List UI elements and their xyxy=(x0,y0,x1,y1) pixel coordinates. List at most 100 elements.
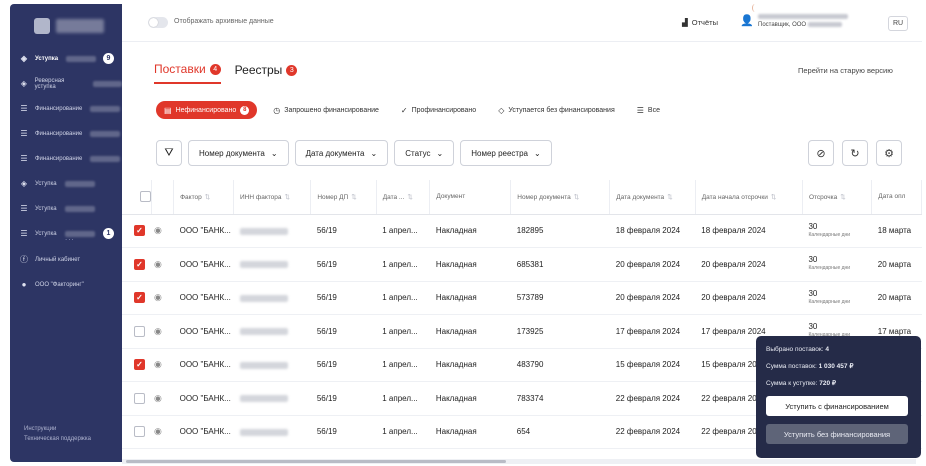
column-header-inn[interactable]: ИНН фактора ⇅ xyxy=(233,180,312,215)
sort-icon[interactable]: ⇅ xyxy=(351,194,356,201)
hide-columns-button[interactable]: ⊘ xyxy=(808,140,834,166)
eye-icon[interactable]: ◉ xyxy=(154,259,162,269)
sidebar-item-organization[interactable]: ● ООО "Факторинг" xyxy=(10,272,122,297)
sidebar-item-cabinet[interactable]: ⓕ Личный кабинет xyxy=(10,247,122,272)
eye-icon[interactable]: ◉ xyxy=(154,426,162,436)
column-header-document[interactable]: Документ xyxy=(429,180,512,215)
tab-deliveries[interactable]: Поставки 4 xyxy=(154,62,221,84)
cell-doc-number: 783374 xyxy=(510,381,610,416)
archive-toggle[interactable] xyxy=(148,17,168,28)
sidebar-item-0[interactable]: ◈ Уступка 9 xyxy=(10,46,122,71)
column-header-doc-date[interactable]: Дата документа ⇅ xyxy=(609,180,696,215)
column-header-dp-number[interactable]: Номер ДП ⇅ xyxy=(310,180,377,215)
row-checkbox[interactable]: ✓ xyxy=(134,292,145,304)
filter-registry-number[interactable]: Номер реестра ⌄ xyxy=(460,140,552,166)
select-all-checkbox[interactable] xyxy=(140,191,151,203)
sidebar-item-badge: 1 xyxy=(103,228,114,239)
column-header-deferral[interactable]: Отсрочка ⇅ xyxy=(802,180,873,215)
sidebar-item-4[interactable]: ☰ Финансирование xyxy=(10,146,122,171)
settings-button[interactable]: ⚙ xyxy=(876,140,902,166)
support-link[interactable]: Техническая поддержка xyxy=(24,434,91,444)
sort-icon[interactable]: ⇅ xyxy=(285,194,290,201)
filter-status[interactable]: Статус ⌄ xyxy=(394,140,455,166)
eye-icon[interactable]: ◉ xyxy=(154,225,162,235)
cell-dp-date: 1 апрел... xyxy=(376,281,430,315)
eye-icon[interactable]: ◉ xyxy=(154,359,162,369)
language-selector[interactable]: RU xyxy=(888,16,908,31)
fee-value: 720 ₽ xyxy=(819,380,837,387)
assign-with-financing-button[interactable]: Уступить с финансированием xyxy=(766,396,908,416)
row-checkbox[interactable]: ✓ xyxy=(134,258,145,270)
row-checkbox[interactable]: ✓ xyxy=(134,359,145,371)
eye-icon[interactable]: ◉ xyxy=(154,393,162,403)
eye-header-cell xyxy=(151,180,175,215)
inn-blurred xyxy=(239,328,288,336)
sort-icon[interactable]: ⇅ xyxy=(771,194,776,201)
user-menu[interactable]: 👤 Поставщик, ООО xyxy=(740,13,848,29)
cell-pay-date: 20 марта xyxy=(871,281,922,315)
old-version-link[interactable]: Перейти на старую версию xyxy=(798,66,893,75)
cell-dp-date: 1 апрел... xyxy=(376,381,430,416)
status-chip-assigned-no-financing[interactable]: ◇ Уступается без финансирования xyxy=(492,101,621,119)
chevron-down-icon: ⌄ xyxy=(436,148,444,158)
column-header-pay-date[interactable]: Дата опл xyxy=(871,180,922,215)
status-chip-requested[interactable]: ◷ Запрошено финансирование xyxy=(267,101,385,119)
row-checkbox[interactable] xyxy=(134,325,145,337)
row-checkbox[interactable] xyxy=(134,426,145,438)
filter-doc-number[interactable]: Номер документа ⌄ xyxy=(188,140,289,166)
row-view-cell: ◉ xyxy=(151,281,174,315)
filter-doc-date[interactable]: Дата документа ⌄ xyxy=(294,140,389,166)
table-row[interactable]: ✓ ◉ ООО "БАНК... 56/19 1 апрел... Накладная 57… xyxy=(122,281,922,315)
sidebar-item-3[interactable]: ☰ Финансирование xyxy=(10,121,122,146)
cell-dp-date: 1 апрел... xyxy=(376,247,430,282)
sort-icon[interactable]: ⇅ xyxy=(407,194,412,201)
filter-button[interactable]: ⛛ xyxy=(156,140,182,166)
sidebar-more[interactable]: ... xyxy=(65,233,75,242)
column-header-defer-start[interactable]: Дата начала отсрочки ⇅ xyxy=(695,180,803,215)
selection-summary-popup: Выбрано поставок: 4 Сумма поставок: 1 03… xyxy=(756,336,921,458)
assign-without-financing-button[interactable]: Уступить без финансирования xyxy=(766,424,908,444)
table-row[interactable]: ✓ ◉ ООО "БАНК... 56/19 1 апрел... Накладная 68… xyxy=(122,247,922,282)
column-header-dp-date[interactable]: Дата ... ⇅ xyxy=(376,180,431,215)
sidebar-item-1[interactable]: ◈ Реверсная уступка xyxy=(10,71,123,96)
scrollbar-thumb[interactable] xyxy=(126,460,506,463)
cell-inn xyxy=(233,281,311,315)
horizontal-scrollbar[interactable] xyxy=(122,459,916,464)
table-row[interactable]: ✓ ◉ ООО "БАНК... 56/19 1 апрел... Накладная 18… xyxy=(122,214,922,248)
row-checkbox[interactable] xyxy=(134,392,145,404)
eye-icon[interactable]: ◉ xyxy=(154,326,162,336)
sort-icon[interactable]: ⇅ xyxy=(205,194,210,201)
cell-doc-date: 20 февраля 2024 xyxy=(609,281,696,315)
sort-icon[interactable]: ⇅ xyxy=(574,194,579,201)
status-chip-financed[interactable]: ✓ Профинансировано xyxy=(395,101,482,119)
sort-icon[interactable]: ⇅ xyxy=(840,194,845,201)
app-logo[interactable] xyxy=(34,12,110,40)
eye-icon[interactable]: ◉ xyxy=(154,292,162,302)
status-chip-all[interactable]: ☰ Все xyxy=(631,101,666,119)
logo-text-blurred xyxy=(56,19,104,33)
sidebar-item-5[interactable]: ◈ Уступка xyxy=(10,171,122,196)
row-select-cell: ✓ xyxy=(122,247,152,282)
cell-dp-number: 56/19 xyxy=(310,247,377,282)
refresh-button[interactable]: ↻ xyxy=(842,140,868,166)
chevron-down-icon: ⌄ xyxy=(533,148,541,158)
sort-icon[interactable]: ⇅ xyxy=(667,194,672,201)
sidebar-item-6[interactable]: ☰ Уступка xyxy=(10,196,122,221)
tab-registries[interactable]: Реестры 3 xyxy=(235,62,298,84)
row-checkbox[interactable]: ✓ xyxy=(134,225,145,237)
cell-factor: ООО "БАНК... xyxy=(173,381,234,416)
tab-label: Поставки xyxy=(154,62,206,76)
defer-days: 30 xyxy=(808,322,818,332)
sidebar-item-2[interactable]: ☰ Финансирование xyxy=(10,96,122,121)
reports-button[interactable]: ▟ Отчёты xyxy=(682,18,718,27)
select-all-cell xyxy=(122,180,153,215)
column-header-doc-number[interactable]: Номер документа ⇅ xyxy=(510,180,611,215)
column-header-factor[interactable]: Фактор ⇅ xyxy=(173,180,234,215)
cell-factor: ООО "БАНК... xyxy=(173,247,234,282)
status-chip-unfinanced[interactable]: ▤ Нефинансировано 8 xyxy=(156,101,258,119)
defer-unit: Календарные дни xyxy=(808,265,851,272)
instructions-link[interactable]: Инструкции xyxy=(24,424,91,434)
row-view-cell: ◉ xyxy=(151,214,174,248)
cell-document: Накладная xyxy=(429,314,511,349)
row-select-cell xyxy=(122,415,152,449)
